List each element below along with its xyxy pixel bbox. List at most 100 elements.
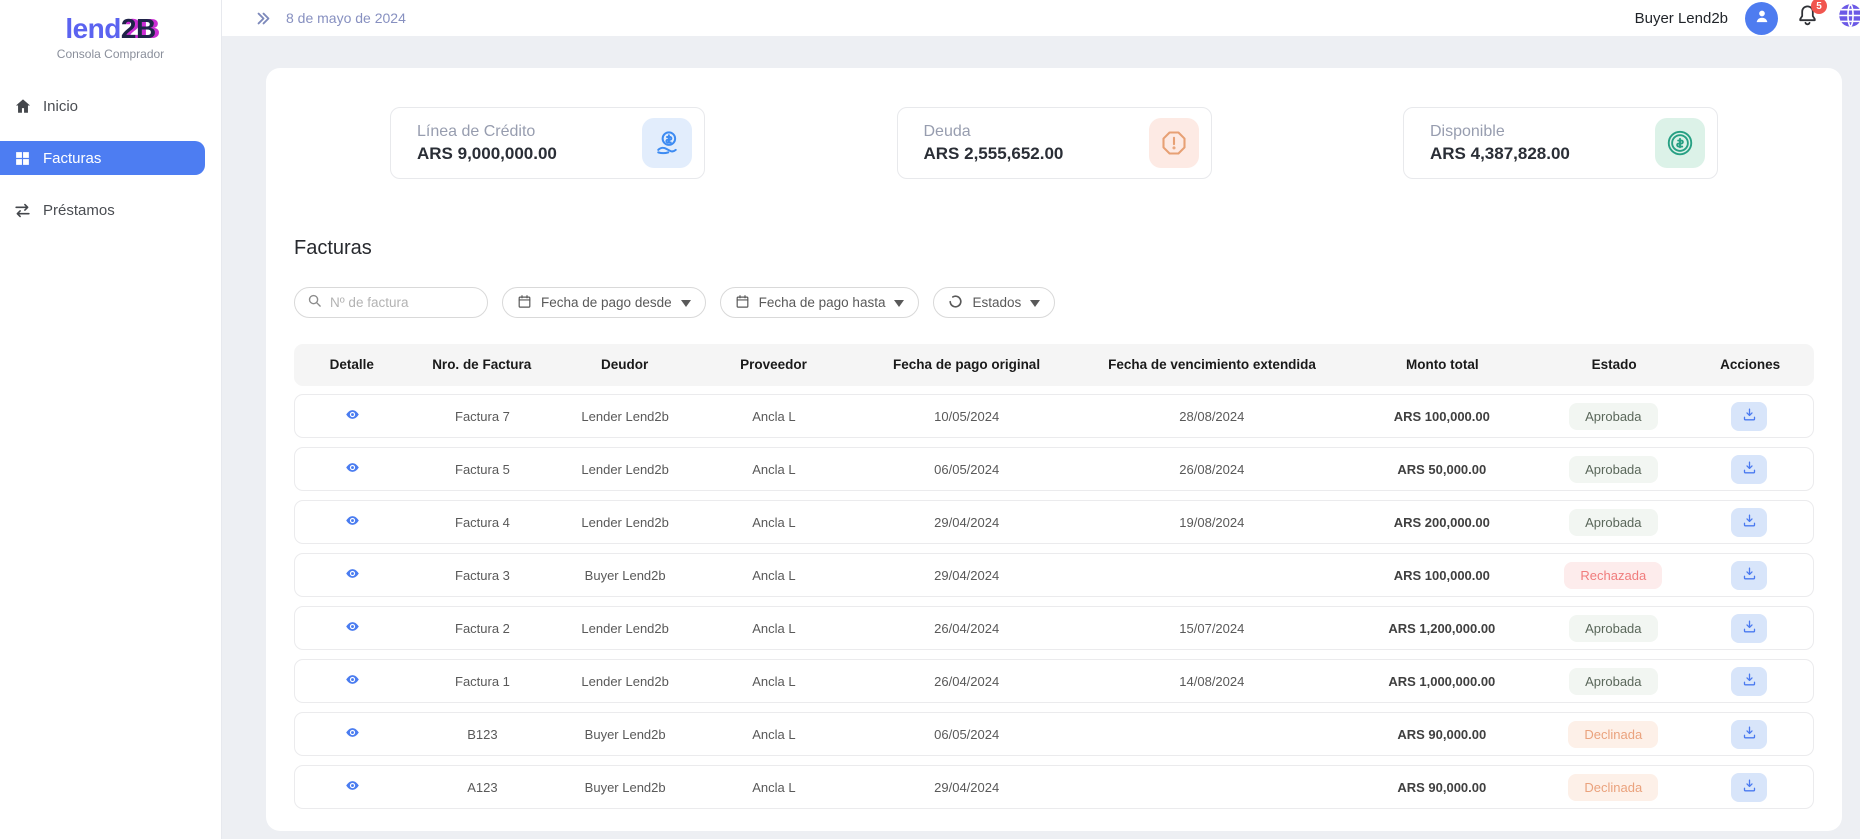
filter-date-from[interactable]: Fecha de pago desde (502, 287, 706, 318)
download-button[interactable] (1731, 720, 1767, 749)
column-header: Nro. de Factura (410, 358, 554, 373)
status-badge: Aprobada (1569, 456, 1657, 483)
card-value: ARS 4,387,828.00 (1430, 144, 1570, 164)
filter-states[interactable]: Estados (933, 287, 1055, 318)
eye-icon (345, 460, 360, 478)
notifications-button[interactable]: 5 (1795, 3, 1820, 33)
view-detail-button[interactable] (345, 460, 360, 478)
sidebar-item-inicio[interactable]: Inicio (0, 89, 205, 123)
view-detail-button[interactable] (345, 725, 360, 743)
sidebar-item-facturas[interactable]: Facturas (0, 141, 205, 175)
invoice-provider: Ancla L (696, 674, 852, 689)
invoice-amount: ARS 200,000.00 (1342, 515, 1541, 530)
column-header: Proveedor (695, 358, 852, 373)
main-area: 8 de mayo de 2024 Buyer Lend2b 5 (222, 0, 1860, 839)
invoice-number: Factura 4 (410, 515, 554, 530)
topbar-right: Buyer Lend2b 5 (1635, 2, 1858, 35)
invoice-amount: ARS 50,000.00 (1342, 462, 1541, 477)
alert-octagon-icon (1149, 118, 1199, 168)
logo-part-lend: lend (65, 13, 121, 44)
invoice-provider: Ancla L (696, 780, 852, 795)
filter-date-to[interactable]: Fecha de pago hasta (720, 287, 920, 318)
logo-subtitle: Consola Comprador (0, 47, 221, 61)
column-header: Fecha de pago original (852, 358, 1082, 373)
sidebar-collapse-icon[interactable] (255, 10, 272, 27)
available-card: Disponible ARS 4,387,828.00 (1403, 107, 1718, 179)
status-badge: Aprobada (1569, 509, 1657, 536)
invoice-original-date: 10/05/2024 (852, 409, 1081, 424)
notification-badge: 5 (1811, 0, 1827, 14)
invoice-original-date: 29/04/2024 (852, 568, 1081, 583)
download-button[interactable] (1731, 402, 1767, 431)
view-detail-button[interactable] (345, 778, 360, 796)
table-row: A123 Buyer Lend2b Ancla L 29/04/2024 ARS… (294, 765, 1814, 809)
invoice-extended-date: 14/08/2024 (1081, 674, 1342, 689)
invoice-provider: Ancla L (696, 409, 852, 424)
status-badge: Rechazada (1564, 562, 1662, 589)
invoice-extended-date: 28/08/2024 (1081, 409, 1342, 424)
invoice-provider: Ancla L (696, 515, 852, 530)
invoice-debtor: Buyer Lend2b (555, 568, 696, 583)
view-detail-button[interactable] (345, 513, 360, 531)
sidebar-item-label: Préstamos (43, 202, 115, 219)
app-root: lend2B Consola Comprador Inicio Facturas (0, 0, 1860, 839)
download-icon (1742, 672, 1757, 690)
invoice-amount: ARS 90,000.00 (1342, 780, 1541, 795)
coins-icon (1655, 118, 1705, 168)
main-panel: Línea de Crédito ARS 9,000,000.00 Deuda … (266, 68, 1842, 831)
download-button[interactable] (1731, 667, 1767, 696)
caret-down-icon (1030, 295, 1040, 310)
download-icon (1742, 778, 1757, 796)
invoice-number: Factura 5 (410, 462, 554, 477)
invoice-number: B123 (410, 727, 554, 742)
language-button[interactable] (1837, 2, 1860, 34)
invoice-debtor: Lender Lend2b (555, 621, 696, 636)
topbar: 8 de mayo de 2024 Buyer Lend2b 5 (222, 0, 1860, 36)
eye-icon (345, 513, 360, 531)
invoice-amount: ARS 1,200,000.00 (1342, 621, 1541, 636)
invoice-original-date: 29/04/2024 (852, 515, 1081, 530)
download-icon (1742, 513, 1757, 531)
card-title: Línea de Crédito (417, 123, 557, 141)
download-button[interactable] (1731, 614, 1767, 643)
eye-icon (345, 619, 360, 637)
filter-label: Fecha de pago hasta (759, 295, 886, 310)
view-detail-button[interactable] (345, 566, 360, 584)
column-header: Estado (1542, 358, 1686, 373)
eye-icon (345, 725, 360, 743)
invoice-original-date: 06/05/2024 (852, 727, 1081, 742)
card-title: Deuda (924, 123, 1064, 141)
sidebar-nav: Inicio Facturas Préstamos (0, 89, 221, 227)
summary-cards: Línea de Crédito ARS 9,000,000.00 Deuda … (294, 107, 1814, 179)
invoice-debtor: Buyer Lend2b (555, 780, 696, 795)
sidebar-item-prestamos[interactable]: Préstamos (0, 193, 205, 227)
download-button[interactable] (1731, 773, 1767, 802)
invoice-debtor: Lender Lend2b (555, 462, 696, 477)
invoice-number: Factura 3 (410, 568, 554, 583)
card-title: Disponible (1430, 123, 1570, 141)
user-avatar[interactable] (1745, 2, 1778, 35)
status-badge: Aprobada (1569, 668, 1657, 695)
calendar-icon (517, 294, 532, 312)
view-detail-button[interactable] (345, 407, 360, 425)
download-button[interactable] (1731, 455, 1767, 484)
invoice-search[interactable] (294, 287, 488, 318)
current-date: 8 de mayo de 2024 (286, 10, 406, 26)
table-row: Factura 1 Lender Lend2b Ancla L 26/04/20… (294, 659, 1814, 703)
invoice-search-input[interactable] (330, 295, 470, 310)
column-header: Acciones (1686, 358, 1814, 373)
invoice-provider: Ancla L (696, 727, 852, 742)
column-header: Monto total (1343, 358, 1542, 373)
download-button[interactable] (1731, 508, 1767, 537)
view-detail-button[interactable] (345, 619, 360, 637)
invoice-amount: ARS 1,000,000.00 (1342, 674, 1541, 689)
logo: lend2B Consola Comprador (0, 0, 221, 61)
download-button[interactable] (1731, 561, 1767, 590)
caret-down-icon (681, 295, 691, 310)
eye-icon (345, 778, 360, 796)
download-icon (1742, 725, 1757, 743)
download-icon (1742, 460, 1757, 478)
column-header: Fecha de vencimiento extendida (1081, 358, 1342, 373)
view-detail-button[interactable] (345, 672, 360, 690)
invoice-number: Factura 7 (410, 409, 554, 424)
